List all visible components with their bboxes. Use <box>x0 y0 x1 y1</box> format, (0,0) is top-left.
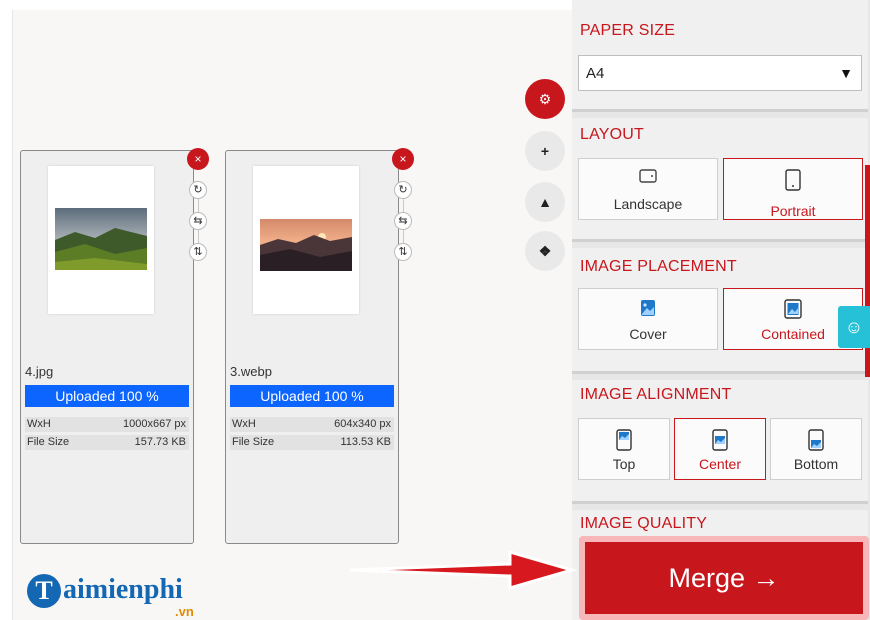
upload-progress-bar: Uploaded 100 % <box>230 385 394 407</box>
flip-horizontal-icon[interactable]: ⇆ <box>394 212 412 230</box>
chevron-down-icon: ▼ <box>839 65 853 81</box>
flip-horizontal-icon[interactable]: ⇆ <box>189 212 207 230</box>
image-alignment-section: IMAGE ALIGNMENT Top Center Bottom <box>572 380 868 504</box>
merge-button[interactable]: Merge → <box>579 536 869 620</box>
image-placement-section: IMAGE PLACEMENT Cover Contained <box>572 248 868 374</box>
file-name: 3.webp <box>230 364 272 379</box>
option-label: Center <box>698 456 742 472</box>
thumbnail-frame <box>253 166 359 314</box>
google-drive-icon[interactable]: ▲ <box>525 182 565 222</box>
info-value: 1000x667 px <box>123 418 186 430</box>
settings-panel: PAPER SIZE A4 ▼ LAYOUT Landscape Portrai… <box>572 0 870 620</box>
info-key: File Size <box>232 436 275 448</box>
file-card: 3.webp Uploaded 100 % WxH 604x340 px Fil… <box>225 150 399 544</box>
paper-size-value: A4 <box>586 65 605 82</box>
option-label: Bottom <box>793 456 839 472</box>
align-bottom-icon <box>808 429 824 451</box>
section-title: IMAGE ALIGNMENT <box>580 386 732 403</box>
layout-landscape-option[interactable]: Landscape <box>578 158 718 220</box>
info-row-dimensions: WxH 1000x667 px <box>25 417 189 432</box>
info-key: WxH <box>232 418 256 430</box>
layout-portrait-option[interactable]: Portrait <box>723 158 863 220</box>
logo-mark: T <box>27 574 61 608</box>
portrait-icon <box>785 169 801 191</box>
option-label: Portrait <box>770 203 816 219</box>
info-row-file-size: File Size 157.73 KB <box>25 435 189 450</box>
section-title: IMAGE QUALITY <box>580 515 708 532</box>
info-value: 604x340 px <box>334 418 391 430</box>
paper-size-section: PAPER SIZE A4 ▼ <box>572 0 868 112</box>
flip-vertical-icon[interactable]: ⇅ <box>189 243 207 261</box>
chat-icon[interactable]: ☺ <box>838 306 870 348</box>
arrow-annotation <box>349 550 578 590</box>
section-title: PAPER SIZE <box>580 22 676 39</box>
align-center-icon <box>712 429 728 451</box>
info-key: WxH <box>27 418 51 430</box>
align-top-icon <box>616 429 632 451</box>
info-row-dimensions: WxH 604x340 px <box>230 417 394 432</box>
settings-gear-icon[interactable]: ⚙ <box>525 79 565 119</box>
paper-size-select[interactable]: A4 ▼ <box>578 55 862 91</box>
upload-progress-label: Uploaded 100 % <box>260 388 364 404</box>
alignment-bottom-option[interactable]: Bottom <box>770 418 862 480</box>
landscape-icon <box>639 169 657 183</box>
remove-file-button[interactable]: × <box>187 148 209 170</box>
section-title: IMAGE PLACEMENT <box>580 258 737 275</box>
rotate-icon[interactable]: ↻ <box>394 181 412 199</box>
info-value: 157.73 KB <box>134 436 186 448</box>
logo: T aimienphi .vn <box>27 574 207 620</box>
remove-file-button[interactable]: × <box>392 148 414 170</box>
upload-progress-bar: Uploaded 100 % <box>25 385 189 407</box>
option-label: Top <box>612 456 636 472</box>
option-label: Landscape <box>613 196 683 212</box>
thumbnail-image <box>55 208 147 270</box>
file-name: 4.jpg <box>25 364 54 379</box>
alignment-top-option[interactable]: Top <box>578 418 670 480</box>
thumbnail-frame <box>48 166 154 314</box>
rotate-icon[interactable]: ↻ <box>189 181 207 199</box>
contained-icon <box>784 299 802 319</box>
logo-text: aimienphi <box>63 574 183 605</box>
alignment-center-option[interactable]: Center <box>674 418 766 480</box>
layout-section: LAYOUT Landscape Portrait <box>572 118 868 242</box>
logo-domain: .vn <box>175 604 194 619</box>
add-file-button[interactable]: + <box>525 131 565 171</box>
info-value: 113.53 KB <box>340 436 391 448</box>
info-key: File Size <box>27 436 70 448</box>
info-row-file-size: File Size 113.53 KB <box>230 435 394 450</box>
cover-icon <box>641 300 655 316</box>
section-title: LAYOUT <box>580 126 645 143</box>
flip-vertical-icon[interactable]: ⇅ <box>394 243 412 261</box>
upload-progress-label: Uploaded 100 % <box>55 388 159 404</box>
thumbnail-image <box>260 219 352 271</box>
option-label: Cover <box>629 326 667 342</box>
app-root: 4.jpg Uploaded 100 % WxH 1000x667 px Fil… <box>0 0 870 620</box>
file-card: 4.jpg Uploaded 100 % WxH 1000x667 px Fil… <box>20 150 194 544</box>
placement-cover-option[interactable]: Cover <box>578 288 718 350</box>
dropbox-icon[interactable]: ❖ <box>525 231 565 271</box>
